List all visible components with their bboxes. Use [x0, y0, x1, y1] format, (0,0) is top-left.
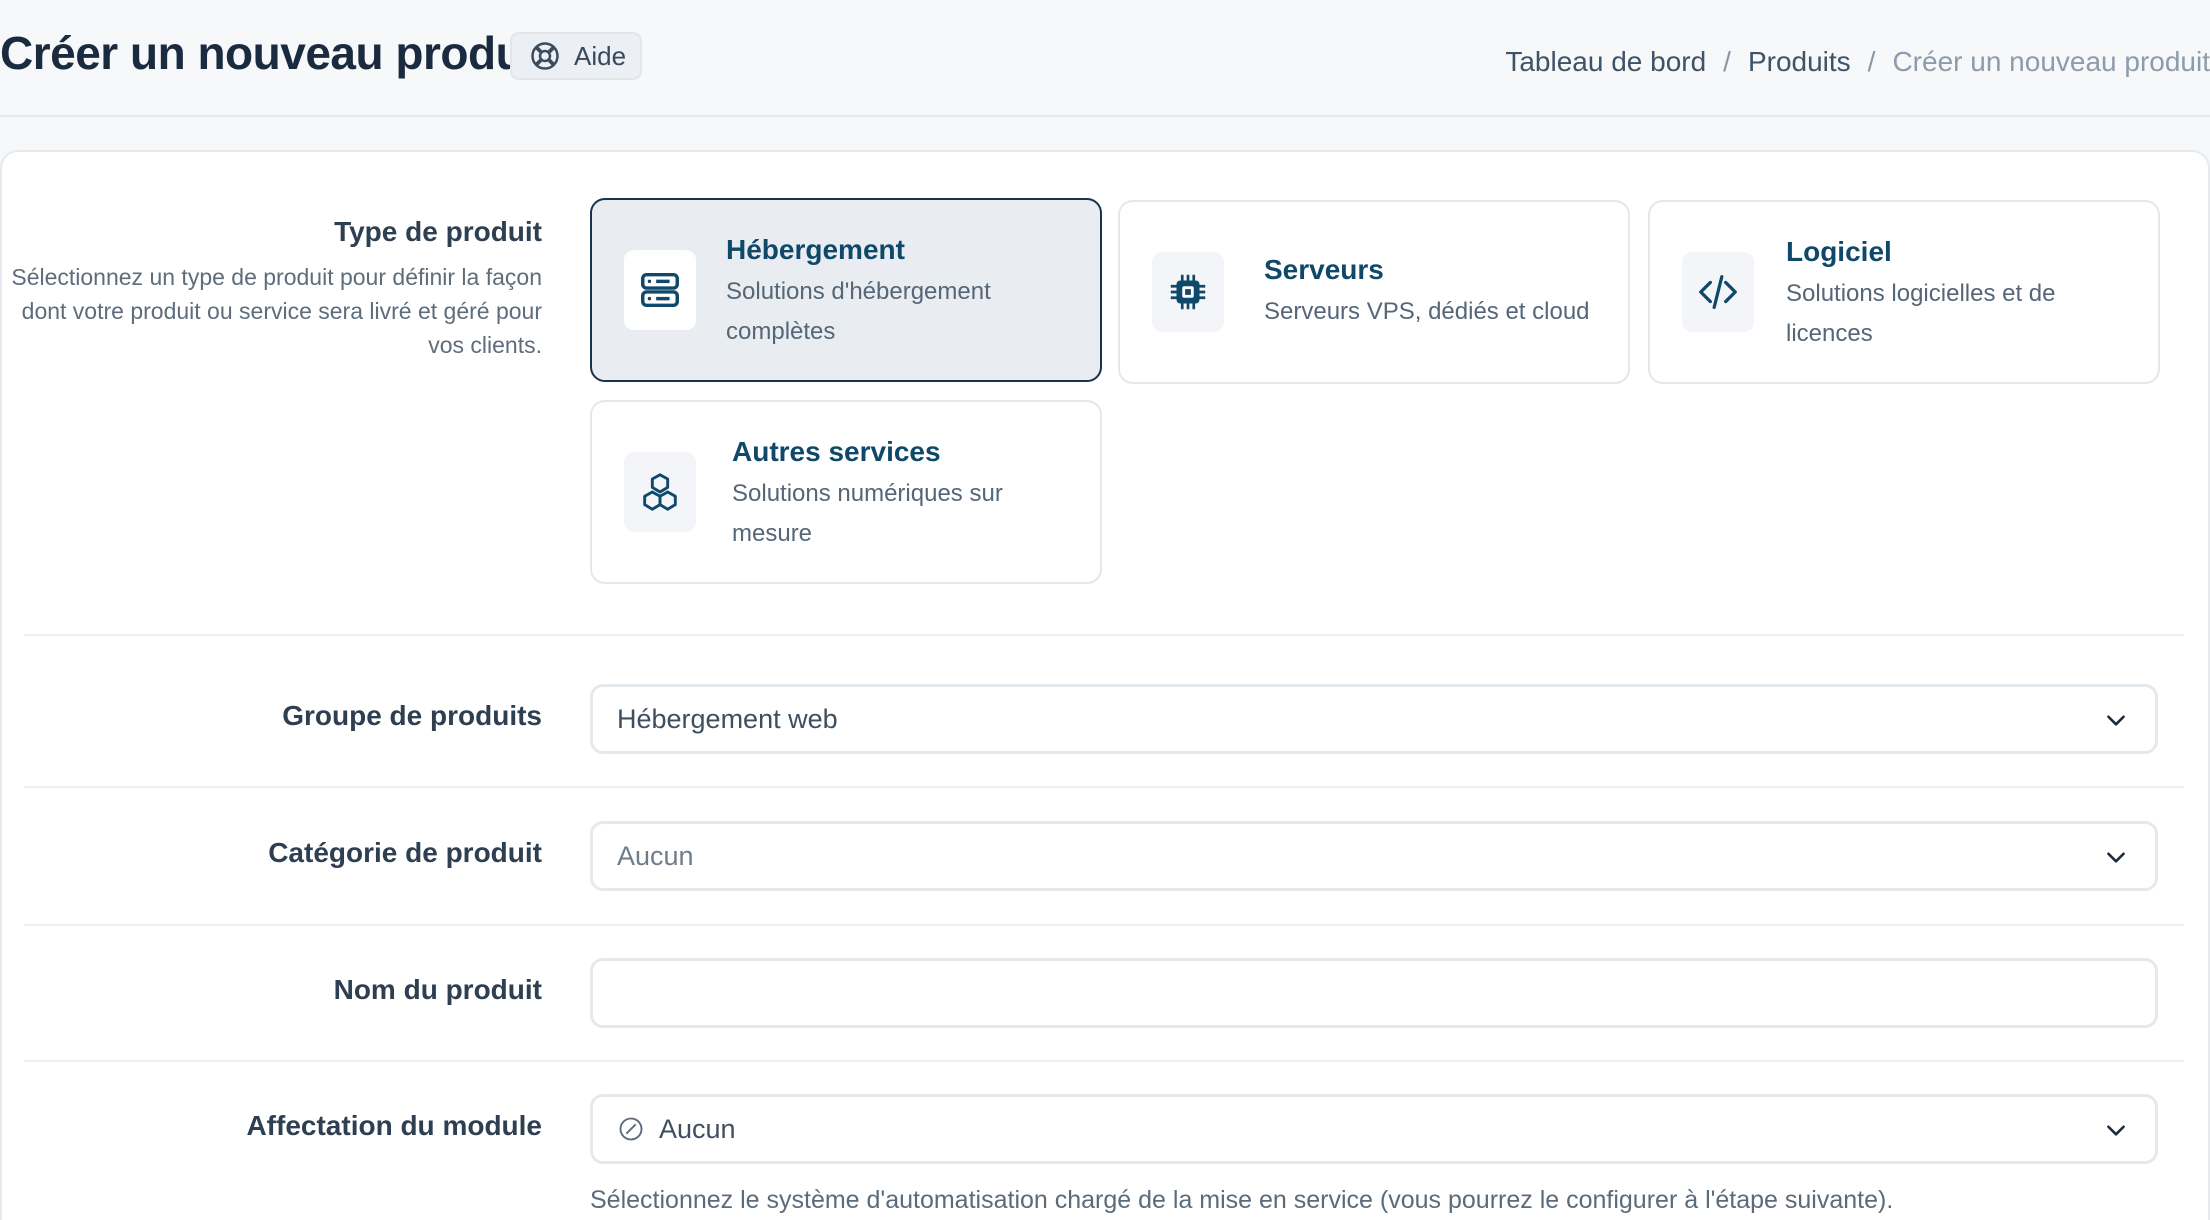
- card-description: Solutions numériques sur mesure: [732, 480, 1003, 547]
- product-category-label: Catégorie de produit: [268, 837, 542, 868]
- product-type-label: Type de produit: [334, 216, 542, 247]
- ban-icon: [619, 1117, 643, 1141]
- product-category-value: Aucun: [617, 840, 694, 871]
- section-divider: [24, 634, 2184, 636]
- cpu-chip-icon: [1152, 252, 1224, 332]
- product-category-select[interactable]: Aucun: [590, 821, 2158, 891]
- chevron-down-icon: [2107, 715, 2125, 726]
- product-name-input[interactable]: [590, 958, 2158, 1028]
- breadcrumb-dashboard[interactable]: Tableau de bord: [1505, 46, 1706, 78]
- card-description: Solutions logicielles et de licences: [1786, 280, 2056, 347]
- breadcrumb-separator: /: [1723, 46, 1731, 77]
- product-type-card-servers[interactable]: Serveurs Serveurs VPS, dédiés et cloud: [1118, 200, 1630, 384]
- product-type-card-software[interactable]: Logiciel Solutions logicielles et de lic…: [1648, 200, 2160, 384]
- card-title: Logiciel: [1786, 236, 1892, 267]
- card-description: Solutions d'hébergement complètes: [726, 278, 991, 345]
- breadcrumb: Tableau de bord / Produits / Créer un no…: [1505, 46, 2210, 78]
- server-stack-icon: [624, 250, 696, 330]
- product-type-help: Sélectionnez un type de produit pour déf…: [11, 264, 542, 358]
- cubes-icon: [624, 452, 696, 532]
- code-icon: [1682, 252, 1754, 332]
- chevron-down-icon: [2107, 852, 2125, 863]
- product-type-card-hosting[interactable]: Hébergement Solutions d'hébergement comp…: [590, 198, 1102, 382]
- help-button-label: Aide: [574, 40, 627, 71]
- product-group-label: Groupe de produits: [282, 700, 542, 731]
- product-type-card-other[interactable]: Autres services Solutions numériques sur…: [590, 400, 1102, 584]
- module-help: Sélectionnez le système d'automatisation…: [590, 1186, 1894, 1214]
- module-label: Affectation du module: [246, 1110, 542, 1141]
- module-value: Aucun: [659, 1113, 736, 1144]
- page-title: Créer un nouveau produit: [0, 27, 551, 79]
- page-header: Créer un nouveau produit Aide Tableau de…: [0, 0, 2210, 117]
- lifebuoy-icon: [531, 42, 559, 70]
- card-title: Hébergement: [726, 234, 905, 265]
- breadcrumb-products[interactable]: Produits: [1748, 46, 1851, 78]
- section-divider: [24, 924, 2184, 926]
- section-divider: [24, 786, 2184, 788]
- section-divider: [24, 1060, 2184, 1062]
- module-select[interactable]: Aucun: [590, 1094, 2158, 1164]
- product-name-label: Nom du produit: [333, 974, 542, 1005]
- product-group-select[interactable]: Hébergement web: [590, 684, 2158, 754]
- card-title: Serveurs: [1264, 254, 1384, 285]
- chevron-down-icon: [2107, 1125, 2125, 1136]
- card-title: Autres services: [732, 436, 941, 467]
- product-group-value: Hébergement web: [617, 703, 838, 734]
- breadcrumb-current: Créer un nouveau produit: [1892, 46, 2210, 77]
- card-description: Serveurs VPS, dédiés et cloud: [1264, 298, 1590, 325]
- breadcrumb-separator: /: [1867, 46, 1876, 77]
- help-button[interactable]: Aide: [510, 32, 642, 80]
